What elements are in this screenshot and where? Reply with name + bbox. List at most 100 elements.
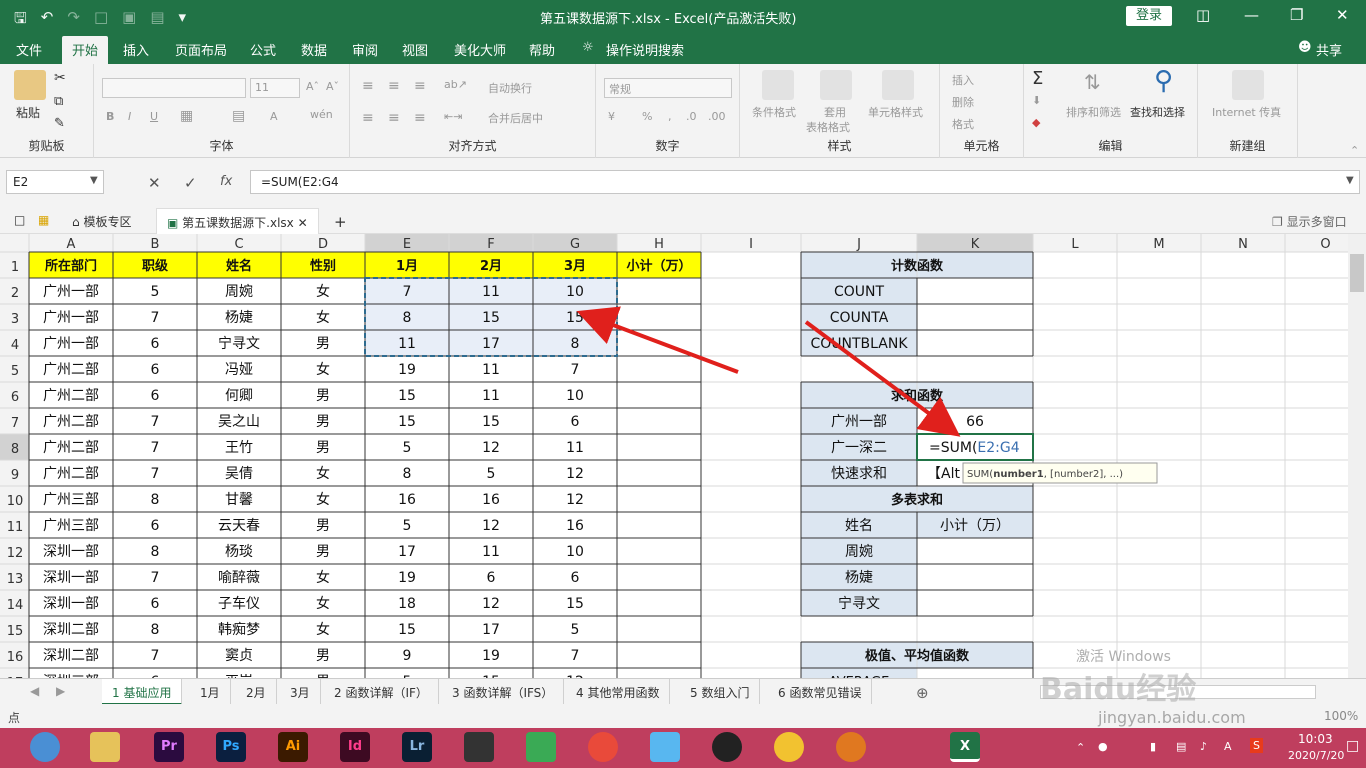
font-color-icon[interactable]: A xyxy=(270,110,278,123)
tab-current-file[interactable]: ▣ 第五课数据源下.xlsx ✕ xyxy=(156,208,319,234)
align-right-icon[interactable]: ≡ xyxy=(414,110,426,126)
volume-icon[interactable]: ♪ xyxy=(1200,740,1207,753)
ribbon-display-icon[interactable]: ◫ xyxy=(1196,6,1210,24)
table-format-icon[interactable] xyxy=(820,70,852,100)
data-cell[interactable]: 云天春 xyxy=(218,518,260,534)
data-cell[interactable]: 7 xyxy=(151,466,160,482)
shrink-font-icon[interactable]: Aˇ xyxy=(326,80,339,93)
row-header-2[interactable]: 2 xyxy=(11,286,19,301)
data-cell[interactable]: 男 xyxy=(316,648,330,664)
align-left-icon[interactable]: ≡ xyxy=(362,110,374,126)
format-painter-icon[interactable]: ✎ xyxy=(54,116,65,131)
data-cell[interactable]: 广州二部 xyxy=(43,388,99,404)
column-header-H[interactable]: H xyxy=(654,237,664,252)
browser-icon[interactable] xyxy=(30,732,60,762)
data-cell[interactable]: 女 xyxy=(316,309,330,326)
firefox-icon[interactable] xyxy=(836,732,866,762)
data-cell[interactable]: 15 xyxy=(398,414,416,430)
tab-insert[interactable]: 插入 xyxy=(123,40,149,59)
tab-formulas[interactable]: 公式 xyxy=(250,40,276,59)
header-cell[interactable]: 姓名 xyxy=(225,258,252,274)
customize-qat-icon[interactable]: ▾ xyxy=(179,8,187,33)
sheet-tab-ifs[interactable]: 3 函数详解（IFS） xyxy=(442,679,565,705)
sheet-tab-mar[interactable]: 3月 xyxy=(280,679,321,705)
data-cell[interactable]: 深圳一部 xyxy=(43,570,99,586)
header-cell[interactable]: 小计（万） xyxy=(626,258,691,274)
column-header-I[interactable]: I xyxy=(749,237,753,252)
column-header-E[interactable]: E xyxy=(403,237,411,252)
data-cell[interactable]: 7 xyxy=(151,414,160,430)
data-cell[interactable]: 8 xyxy=(403,466,412,482)
grow-font-icon[interactable]: Aˆ xyxy=(306,80,319,93)
data-cell[interactable]: 广州二部 xyxy=(43,466,99,482)
sheet-tab-array[interactable]: 5 数组入门 xyxy=(680,679,761,705)
photoshop-icon[interactable]: Ps xyxy=(216,732,246,762)
conditional-format-button[interactable]: 条件格式 xyxy=(752,104,796,120)
bold-icon[interactable]: B xyxy=(106,110,114,123)
row-header-11[interactable]: 11 xyxy=(7,520,24,535)
data-cell[interactable]: 17 xyxy=(482,336,500,352)
maximize-icon[interactable]: ❐ xyxy=(1290,6,1303,24)
clock-date[interactable]: 2020/7/20 xyxy=(1288,749,1344,762)
data-cell[interactable]: 7 xyxy=(151,440,160,456)
data-cell[interactable]: 7 xyxy=(151,570,160,586)
italic-icon[interactable]: I xyxy=(128,110,131,123)
row-header-12[interactable]: 12 xyxy=(7,546,24,561)
find-icon[interactable]: ⚲ xyxy=(1154,66,1173,96)
lightroom-icon[interactable]: Lr xyxy=(402,732,432,762)
name-box-dropdown-icon[interactable]: ▼ xyxy=(90,175,98,186)
data-cell[interactable]: 5 xyxy=(403,440,412,456)
data-cell[interactable]: 7 xyxy=(151,648,160,664)
premiere-icon[interactable]: Pr xyxy=(154,732,184,762)
chrome-icon[interactable] xyxy=(774,732,804,762)
share-button[interactable]: 共享 xyxy=(1316,40,1342,59)
data-cell[interactable]: 韩痴梦 xyxy=(218,622,260,638)
tab-data[interactable]: 数据 xyxy=(301,40,327,59)
data-cell[interactable]: 11 xyxy=(566,440,584,456)
increase-decimal-icon[interactable]: .0 xyxy=(686,110,697,123)
conditional-format-icon[interactable] xyxy=(762,70,794,100)
data-cell[interactable]: 男 xyxy=(316,336,330,352)
cut-icon[interactable]: ✂ xyxy=(54,70,66,86)
data-cell[interactable]: 16 xyxy=(566,518,584,534)
data-cell[interactable]: 15 xyxy=(482,310,500,326)
save-icon[interactable]: 🖫 xyxy=(14,8,27,33)
orientation-icon[interactable]: ab↗ xyxy=(444,78,467,91)
fax-icon[interactable] xyxy=(1232,70,1264,100)
font-name-combo[interactable] xyxy=(102,78,246,98)
paste-button[interactable]: 粘贴 xyxy=(16,104,40,121)
formula-input[interactable]: =SUM(E2:G4 xyxy=(250,170,1360,194)
file-explorer-icon[interactable] xyxy=(90,732,120,762)
data-cell[interactable]: 5 xyxy=(403,518,412,534)
media-app-icon[interactable] xyxy=(588,732,618,762)
internet-fax-button[interactable]: Internet 传真 xyxy=(1212,104,1281,120)
data-cell[interactable]: 深圳一部 xyxy=(43,544,99,560)
excel-taskbar-icon[interactable]: X xyxy=(950,732,980,762)
find-select-button[interactable]: 查找和选择 xyxy=(1130,104,1185,120)
merge-center-button[interactable]: 合并后居中 xyxy=(488,110,543,126)
data-cell[interactable]: 6 xyxy=(151,596,160,612)
tab-file[interactable]: 文件 xyxy=(16,40,42,59)
data-cell[interactable]: 16 xyxy=(398,492,416,508)
font-size-combo[interactable]: 11 xyxy=(250,78,300,98)
data-cell[interactable]: 女 xyxy=(316,491,330,508)
autosum-icon[interactable]: Σ xyxy=(1032,68,1043,89)
column-header-L[interactable]: L xyxy=(1071,237,1079,252)
video-editor-icon[interactable] xyxy=(464,732,494,762)
data-cell[interactable]: 15 xyxy=(398,622,416,638)
chat-app-icon[interactable] xyxy=(650,732,680,762)
qq-icon[interactable] xyxy=(712,732,742,762)
paste-icon[interactable] xyxy=(14,70,46,100)
sogou-icon[interactable]: S xyxy=(1250,738,1263,753)
data-cell[interactable]: 广州三部 xyxy=(43,492,99,508)
cancel-icon[interactable]: ✕ xyxy=(148,174,161,192)
row-header-3[interactable]: 3 xyxy=(11,312,19,327)
data-cell[interactable]: 6 xyxy=(487,570,496,586)
new-file-icon[interactable]: □ xyxy=(94,8,108,33)
clear-icon[interactable]: ◆ xyxy=(1032,116,1040,129)
spreadsheet-grid[interactable]: ABCDEFGHIJKLMNO1234567891011121314151617… xyxy=(0,234,1366,678)
multi-window-button[interactable]: ❐ 显示多窗口 xyxy=(1262,208,1357,234)
align-center-icon[interactable]: ≡ xyxy=(388,110,400,126)
data-cell[interactable]: 18 xyxy=(398,596,416,612)
enter-icon[interactable]: ✓ xyxy=(184,174,197,192)
